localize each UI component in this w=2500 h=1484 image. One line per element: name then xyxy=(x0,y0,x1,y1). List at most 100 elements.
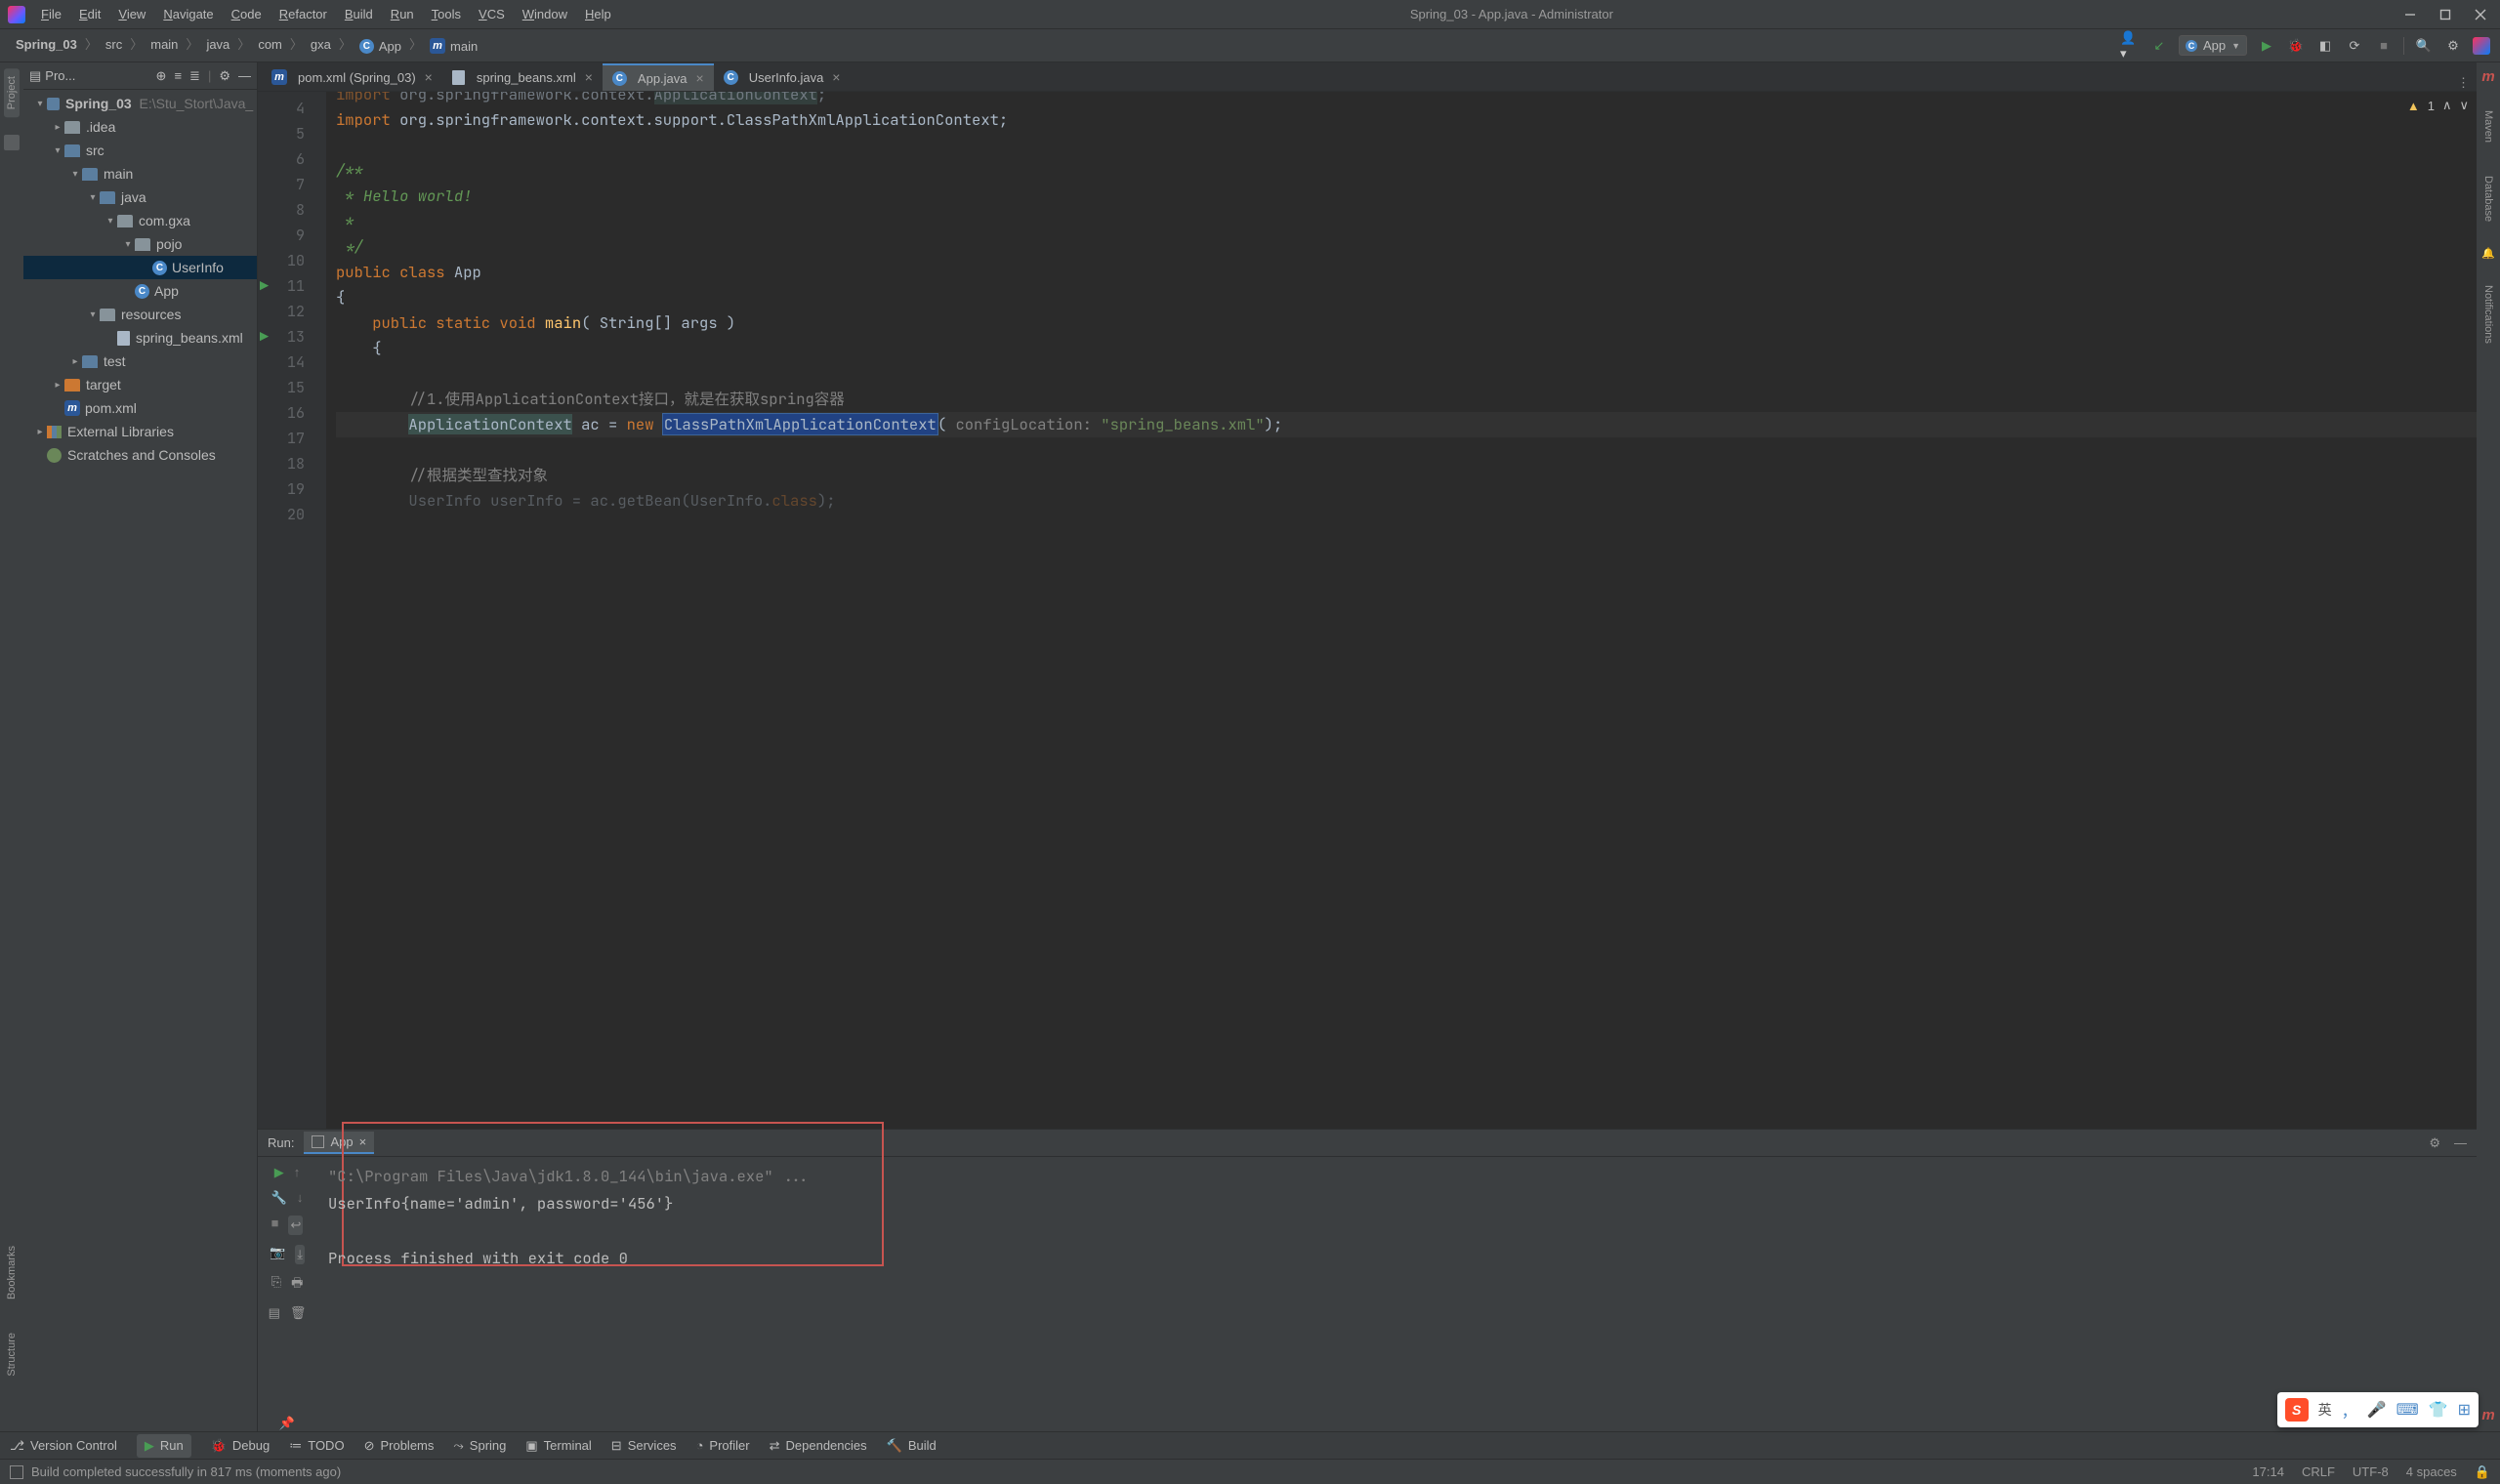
editor[interactable]: 4567891011▶1213▶14151617181920 import or… xyxy=(258,92,2477,1129)
code-line-20[interactable]: UserInfo userInfo = ac.getBean(UserInfo.… xyxy=(336,488,2477,514)
inspection-widget[interactable]: ▲ 1 ∧ ∨ xyxy=(2407,98,2469,113)
status-icon[interactable] xyxy=(10,1465,23,1479)
tree-node-Spring_03[interactable]: ▾Spring_03 E:\Stu_Stort\Java_ xyxy=(23,92,257,115)
settings-icon[interactable]: ⚙ xyxy=(2443,36,2463,56)
bottom-tab-run[interactable]: ▶Run xyxy=(137,1434,191,1458)
rail-database[interactable]: Database xyxy=(2480,168,2496,229)
minimize-button[interactable] xyxy=(2404,9,2416,21)
ime-lang[interactable]: 英 xyxy=(2318,1400,2332,1420)
menu-refactor[interactable]: Refactor xyxy=(271,3,335,25)
expand-icon[interactable]: ▾ xyxy=(86,309,100,320)
commit-icon[interactable] xyxy=(4,135,20,150)
breadcrumb-main[interactable]: mmain xyxy=(424,35,483,57)
run-gutter-icon[interactable]: ▶ xyxy=(260,273,269,299)
tree-node-java[interactable]: ▾java xyxy=(23,186,257,209)
editor-tab-App.java[interactable]: CApp.java× xyxy=(603,63,714,91)
stop-button[interactable]: ■ xyxy=(2374,36,2394,56)
menu-tools[interactable]: Tools xyxy=(424,3,469,25)
print-icon[interactable]: 🖶 xyxy=(291,1274,303,1296)
editor-gutter[interactable]: 4567891011▶1213▶14151617181920 xyxy=(258,92,312,1129)
rail-project[interactable]: Project xyxy=(4,68,20,117)
close-button[interactable] xyxy=(2475,9,2486,21)
run-tab[interactable]: App × xyxy=(304,1132,374,1154)
close-icon[interactable]: × xyxy=(696,70,704,86)
breadcrumb-java[interactable]: java xyxy=(200,34,235,55)
code-line-18[interactable] xyxy=(336,437,2477,463)
tree-node-pojo[interactable]: ▾pojo xyxy=(23,232,257,256)
rail-notifications[interactable]: Notifications xyxy=(2480,277,2496,351)
menu-help[interactable]: Help xyxy=(577,3,619,25)
add-user-icon[interactable]: 👤▾ xyxy=(2120,36,2140,56)
tree-node-pom.xml[interactable]: mpom.xml xyxy=(23,396,257,420)
scroll-end-icon[interactable]: ⤓ xyxy=(295,1245,305,1264)
layout-icon[interactable]: ▤ xyxy=(269,1305,280,1321)
close-icon[interactable]: × xyxy=(359,1134,367,1149)
skin-icon[interactable]: 👕 xyxy=(2429,1400,2448,1420)
maven-icon-bottom[interactable]: m xyxy=(2481,1407,2494,1423)
expand-icon[interactable]: ▾ xyxy=(86,192,100,203)
menu-window[interactable]: Window xyxy=(515,3,575,25)
editor-tab-pom.xml (Spring_03)[interactable]: mpom.xml (Spring_03)× xyxy=(262,63,442,91)
code-line-4[interactable]: import org.springframework.context.Appli… xyxy=(336,92,2477,107)
soft-wrap-icon[interactable]: ↩ xyxy=(288,1216,303,1235)
tree-node-Scratches and Consoles[interactable]: Scratches and Consoles xyxy=(23,443,257,467)
editor-tabs-menu-icon[interactable]: ⋮ xyxy=(2457,75,2469,90)
bottom-tab-version-control[interactable]: ⎇Version Control xyxy=(10,1438,117,1454)
grid-icon[interactable]: ⊞ xyxy=(2458,1400,2471,1420)
close-icon[interactable]: × xyxy=(425,69,433,85)
run-config-selector[interactable]: C App ▼ xyxy=(2179,35,2247,56)
status-indent[interactable]: 4 spaces xyxy=(2406,1464,2457,1479)
rail-maven[interactable]: Maven xyxy=(2480,103,2496,150)
tree-node-main[interactable]: ▾main xyxy=(23,162,257,186)
expand-icon[interactable]: ▾ xyxy=(33,99,47,109)
menu-vcs[interactable]: VCS xyxy=(471,3,513,25)
run-settings-icon[interactable]: ⚙ xyxy=(2429,1135,2440,1151)
breadcrumb-App[interactable]: CApp xyxy=(354,36,407,57)
gear-icon[interactable]: ⚙ xyxy=(219,68,230,84)
hide-run-icon[interactable]: — xyxy=(2454,1135,2467,1151)
tree-node-com.gxa[interactable]: ▾com.gxa xyxy=(23,209,257,232)
bottom-tab-services[interactable]: ⊟Services xyxy=(611,1438,677,1454)
prev-problem-icon[interactable]: ∧ xyxy=(2442,98,2452,113)
maximize-button[interactable] xyxy=(2439,9,2451,21)
wrench-icon[interactable]: 🔧 xyxy=(271,1190,287,1206)
menu-code[interactable]: Code xyxy=(224,3,270,25)
rerun-icon[interactable]: ▶ xyxy=(274,1165,284,1180)
code-line-6[interactable] xyxy=(336,133,2477,158)
tree-node-target[interactable]: ▸target xyxy=(23,373,257,396)
menu-edit[interactable]: Edit xyxy=(71,3,108,25)
code-line-19[interactable]: //根据类型查找对象 xyxy=(336,463,2477,488)
expand-icon[interactable]: ▾ xyxy=(121,239,135,250)
expand-icon[interactable]: ▾ xyxy=(104,216,117,227)
ime-bar[interactable]: S 英 ， 🎤 ⌨ 👕 ⊞ xyxy=(2277,1392,2479,1427)
code-area[interactable]: import org.springframework.context.Appli… xyxy=(326,92,2477,1129)
run-gutter-icon[interactable]: ▶ xyxy=(260,324,269,350)
code-line-7[interactable]: /** xyxy=(336,158,2477,184)
bell-icon[interactable]: 🔔 xyxy=(2481,247,2495,260)
jetbrains-icon[interactable] xyxy=(2473,37,2490,55)
menu-build[interactable]: Build xyxy=(337,3,381,25)
expand-icon[interactable]: ▾ xyxy=(68,169,82,180)
pin-icon[interactable]: 📌 xyxy=(279,1416,295,1431)
expand-all-icon[interactable]: ≡ xyxy=(174,68,182,83)
project-select-icon[interactable]: ▤ xyxy=(29,68,41,84)
bottom-tab-build[interactable]: 🔨Build xyxy=(887,1438,937,1454)
run-console[interactable]: "C:\Program Files\Java\jdk1.8.0_144\bin\… xyxy=(316,1157,2477,1431)
hide-panel-icon[interactable]: — xyxy=(238,68,251,83)
code-line-13[interactable]: public static void main( String[] args ) xyxy=(336,310,2477,336)
editor-tab-UserInfo.java[interactable]: CUserInfo.java× xyxy=(714,63,851,91)
menu-run[interactable]: Run xyxy=(383,3,422,25)
tree-node-test[interactable]: ▸test xyxy=(23,350,257,373)
console-line[interactable] xyxy=(328,1217,2465,1245)
breadcrumb-gxa[interactable]: gxa xyxy=(305,34,337,55)
run-button[interactable]: ▶ xyxy=(2257,36,2276,56)
locate-icon[interactable]: ⊕ xyxy=(156,68,167,84)
maven-icon[interactable]: m xyxy=(2481,68,2494,85)
bottom-tab-profiler[interactable]: ◔Profiler xyxy=(696,1438,750,1453)
close-icon[interactable]: × xyxy=(832,69,840,85)
tree-node-resources[interactable]: ▾resources xyxy=(23,303,257,326)
breadcrumb-com[interactable]: com xyxy=(252,34,288,55)
tree-node-.idea[interactable]: ▸.idea xyxy=(23,115,257,139)
code-line-14[interactable]: { xyxy=(336,336,2477,361)
tree-node-UserInfo[interactable]: CUserInfo xyxy=(23,256,257,279)
